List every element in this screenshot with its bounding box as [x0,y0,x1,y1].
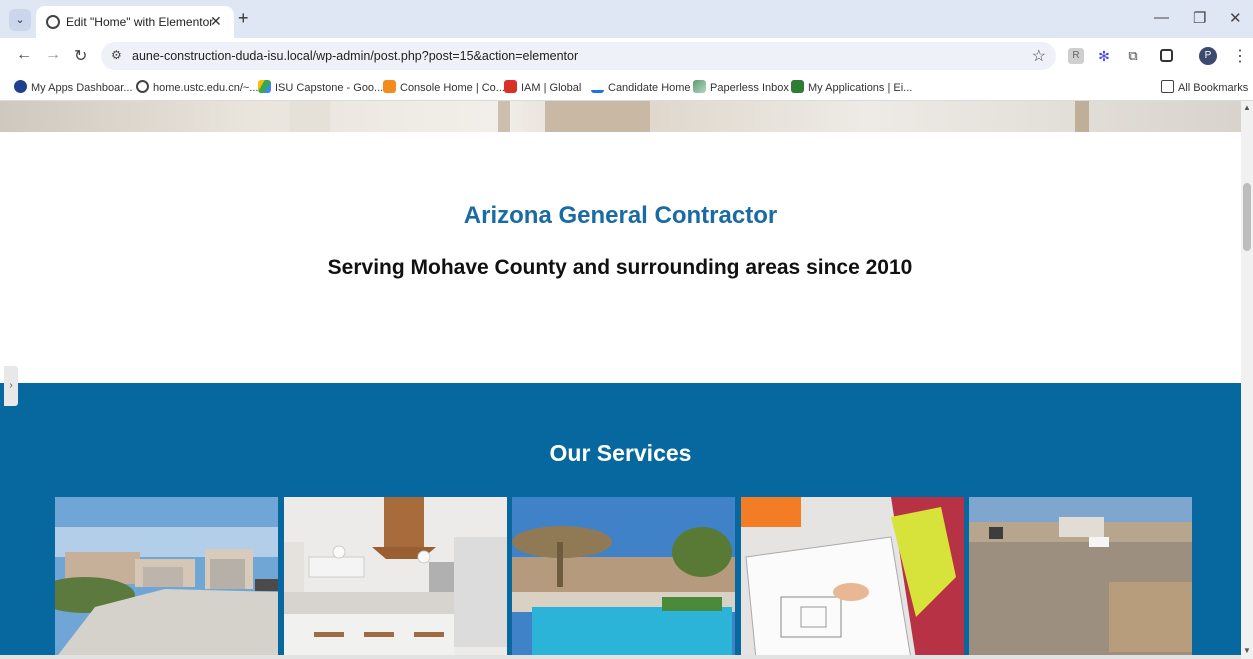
about-section: Arizona General Contractor Serving Mohav… [0,132,1241,383]
service-image-kitchen[interactable] [284,497,507,659]
bookmark-item[interactable]: Paperless Inbox [693,80,789,94]
new-tab-button[interactable]: + [238,8,249,29]
restore-icon[interactable]: ❐ [1193,9,1206,27]
applications-icon [791,80,804,93]
browser-chrome: ⌄ Edit "Home" with Elementor ✕ + — ❐ ✕ ←… [0,0,1253,101]
hero-image [0,101,1241,132]
house-image [55,497,278,659]
console-icon [383,80,396,93]
section-subheading: Serving Mohave County and surrounding ar… [327,256,913,279]
horizontal-scrollbar[interactable] [0,655,1241,659]
active-tab[interactable]: Edit "Home" with Elementor ✕ [36,6,234,38]
bookmark-item[interactable]: home.ustc.edu.cn/~... [136,80,258,94]
minimize-icon[interactable]: — [1154,9,1169,26]
apps-icon [14,80,27,93]
iam-icon [504,80,517,93]
panel-toggle-button[interactable]: › [4,366,18,406]
bookmark-item[interactable]: ISU Capstone - Goo... [258,80,383,94]
address-bar[interactable]: ⚙ aune-construction-duda-isu.local/wp-ad… [101,42,1056,70]
extension-gear-icon[interactable]: ✻ [1096,48,1112,64]
blueprints-image [741,497,964,659]
scroll-down-icon[interactable]: ▼ [1243,646,1251,655]
service-image-pavers[interactable] [969,497,1192,659]
tab-strip: ⌄ Edit "Home" with Elementor ✕ + — ❐ ✕ [0,0,1253,38]
folder-icon [1161,80,1174,93]
bookmarks-bar: My Apps Dashboar... home.ustc.edu.cn/~..… [0,74,1253,101]
menu-kebab-icon[interactable]: ⋮ [1232,46,1248,66]
vertical-scrollbar[interactable]: ▲ ▼ [1241,101,1253,659]
bookmark-item[interactable]: Candidate Home [591,80,691,94]
globe-icon [136,80,149,93]
paperless-icon [693,80,706,93]
bookmark-item[interactable]: Console Home | Co... [383,80,505,94]
pavers-image [969,497,1192,659]
scroll-up-icon[interactable]: ▲ [1243,103,1251,112]
reload-icon[interactable]: ↻ [74,46,87,66]
kitchen-image [284,497,507,659]
scroll-thumb[interactable] [1243,183,1251,251]
drive-icon [258,80,271,93]
bookmark-item[interactable]: IAM | Global [504,80,581,94]
service-image-house[interactable] [55,497,278,659]
candidate-icon [591,80,604,93]
back-icon[interactable]: ← [16,46,32,64]
pool-image [512,497,735,659]
close-tab-icon[interactable]: ✕ [210,13,222,30]
services-heading: Our Services [549,440,692,466]
tab-title: Edit "Home" with Elementor [66,15,214,29]
services-section: Our Services [0,383,1241,659]
forward-icon[interactable]: → [45,46,61,64]
site-info-icon[interactable]: ⚙ [111,48,122,62]
bookmark-item[interactable]: My Applications | Ei... [791,80,912,94]
all-bookmarks[interactable]: All Bookmarks [1161,80,1248,94]
tab-search-button[interactable]: ⌄ [9,9,31,31]
profile-avatar[interactable]: P [1199,47,1217,65]
bookmark-item[interactable]: My Apps Dashboar... [14,80,133,94]
bookmark-star-icon[interactable]: ☆ [1032,46,1046,66]
extensions-puzzle-icon[interactable]: ⧉ [1125,48,1141,64]
toolbar: ← → ↻ ⚙ aune-construction-duda-isu.local… [0,38,1253,74]
section-heading: Arizona General Contractor [463,202,778,229]
side-panel-icon[interactable] [1160,49,1173,62]
service-image-pool[interactable] [512,497,735,659]
url-text[interactable]: aune-construction-duda-isu.local/wp-admi… [132,49,578,63]
close-window-icon[interactable]: ✕ [1229,9,1242,27]
globe-icon [46,15,60,29]
page-canvas: Arizona General Contractor Serving Mohav… [0,101,1241,659]
extension-icon[interactable]: R [1068,48,1084,64]
service-image-blueprints[interactable] [741,497,964,659]
